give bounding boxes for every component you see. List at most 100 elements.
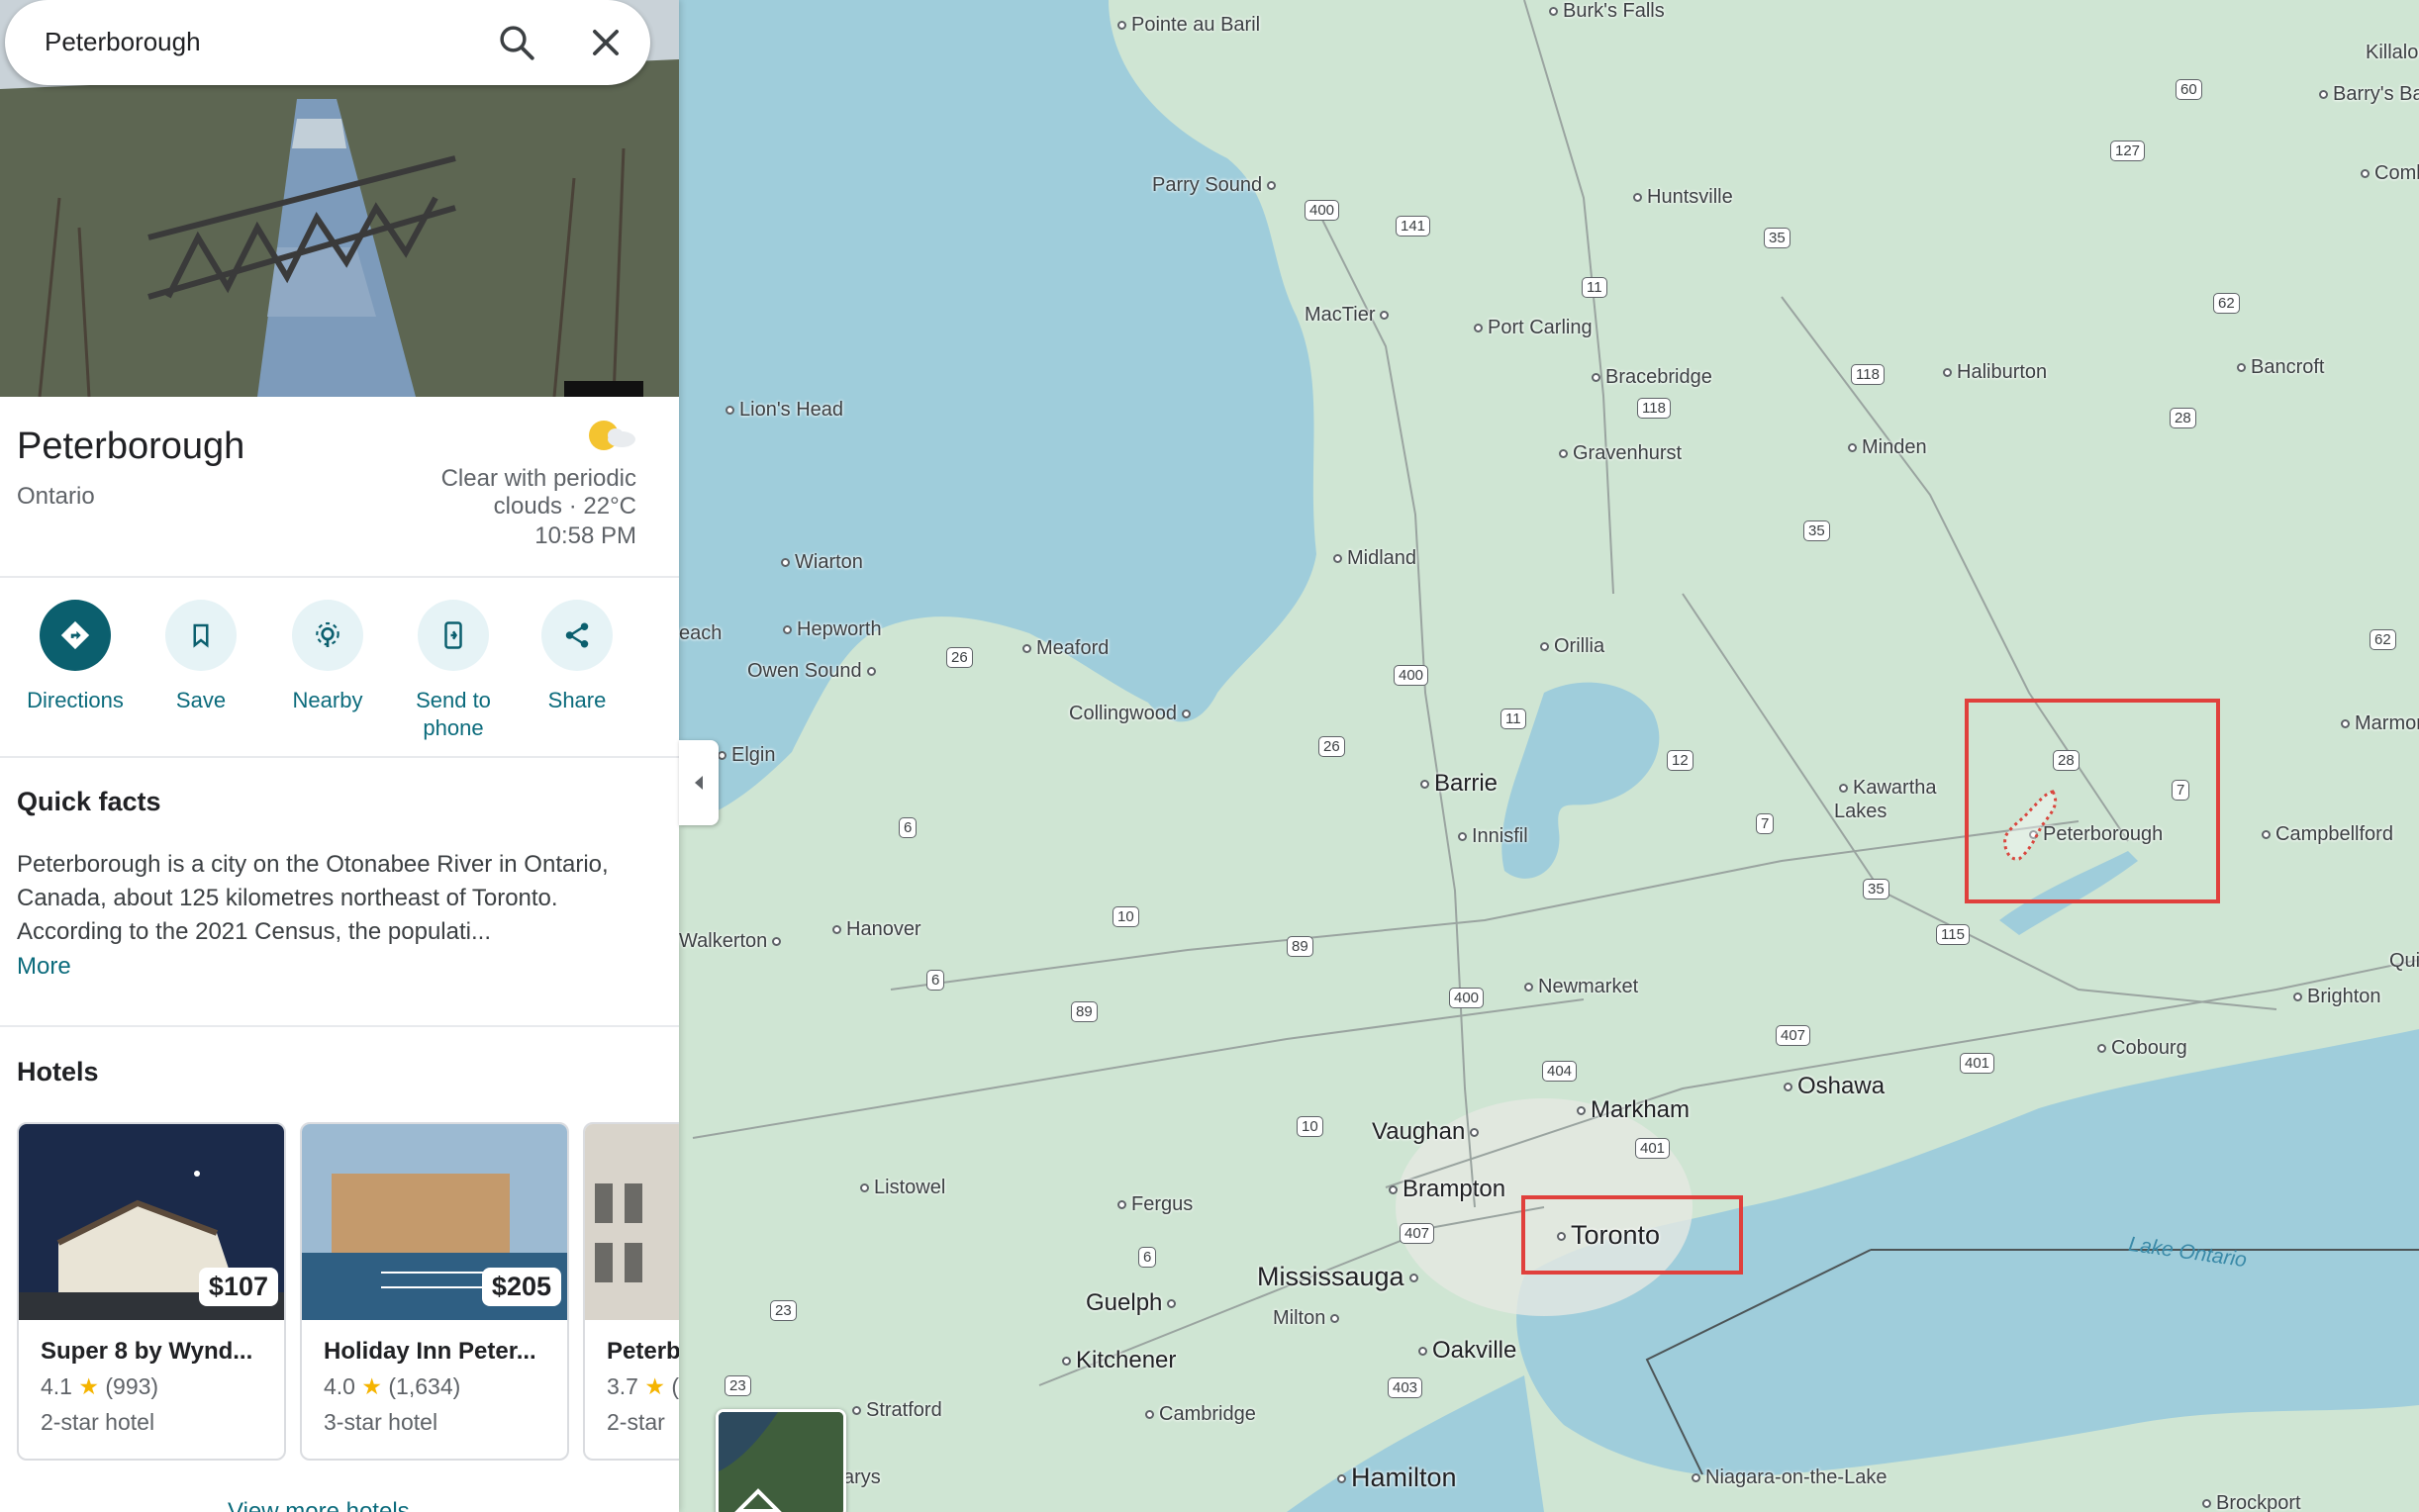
hotel-price: $107 (198, 1268, 278, 1306)
weather-description: Clear with periodic clouds · 22°C (440, 465, 636, 520)
star-icon: ★ (644, 1373, 665, 1399)
place-label[interactable]: MacTier (1305, 304, 1394, 327)
place-label[interactable]: Bracebridge (1587, 366, 1712, 389)
hotel-card[interactable]: $107 Super 8 by Wynd... 4.1 ★ (993) 2-st… (17, 1122, 286, 1461)
route-shield: 118 (1851, 364, 1885, 385)
route-shield: 407 (1776, 1025, 1811, 1046)
place-label[interactable]: Newmarket (1519, 976, 1638, 998)
place-label[interactable]: Minden (1843, 436, 1927, 459)
place-label[interactable]: Port Carling (1469, 317, 1593, 339)
hotel-class: 2-star (607, 1409, 665, 1435)
more-link[interactable]: More (17, 953, 71, 981)
caret-left-icon (695, 776, 703, 790)
action-label: Send to phone (416, 688, 491, 740)
send-to-phone-icon (418, 600, 489, 671)
place-label[interactable]: Oshawa (1779, 1073, 1885, 1100)
share-button[interactable]: Share (513, 600, 641, 714)
search-input[interactable]: Peterborough (45, 27, 201, 57)
hotel-class: 2-star hotel (41, 1409, 155, 1435)
place-label[interactable]: Oakville (1413, 1337, 1516, 1365)
place-label[interactable]: Hepworth (778, 618, 882, 641)
route-shield: 127 (2110, 141, 2146, 161)
hotel-card[interactable]: Peterb 3.7 ★ ( 2-star (583, 1122, 679, 1461)
place-label[interactable]: Vaughan (1372, 1118, 1484, 1146)
place-label[interactable]: Markham (1572, 1096, 1690, 1124)
place-label[interactable]: Kawartha Lakes (1834, 776, 1937, 823)
place-label[interactable]: Kitchener (1057, 1347, 1176, 1374)
place-label[interactable]: Brockport (2197, 1492, 2301, 1512)
place-label[interactable]: Combe (2356, 162, 2419, 185)
route-shield: 6 (926, 970, 945, 991)
place-label[interactable]: Brighton (2288, 986, 2381, 1008)
place-label[interactable]: Lion's Head (721, 399, 843, 422)
place-label[interactable]: Haliburton (1938, 361, 2047, 384)
route-shield: 35 (1863, 879, 1889, 899)
highlight-toronto (1521, 1195, 1743, 1275)
place-label[interactable]: Pointe au Baril (1113, 14, 1260, 37)
place-label[interactable]: Meaford (1017, 637, 1109, 660)
place-label[interactable]: Barry's Ba (2314, 83, 2419, 106)
place-label[interactable]: Listowel (855, 1177, 945, 1199)
route-shield: 401 (1960, 1053, 1995, 1074)
place-label[interactable]: Campbellford (2257, 823, 2393, 846)
place-label[interactable]: Barrie (1415, 770, 1498, 798)
hotel-name: Holiday Inn Peter... (324, 1338, 536, 1365)
place-label[interactable]: Wiarton (776, 551, 863, 574)
route-shield: 407 (1400, 1223, 1435, 1244)
search-icon[interactable] (496, 22, 537, 63)
route-shield: 118 (1637, 398, 1671, 419)
route-shield: 141 (1396, 216, 1431, 236)
place-label[interactable]: Brampton (1384, 1176, 1505, 1203)
place-label[interactable]: Owen Sound (747, 660, 881, 683)
collapse-panel-button[interactable] (679, 740, 719, 825)
place-label[interactable]: Huntsville (1628, 186, 1733, 209)
place-label[interactable]: Fergus (1113, 1193, 1193, 1216)
place-label[interactable]: Guelph (1086, 1289, 1181, 1317)
close-icon[interactable] (587, 24, 625, 61)
search-box[interactable]: Peterborough (5, 0, 650, 85)
share-icon (541, 600, 613, 671)
satellite-thumbnail (719, 1412, 843, 1512)
place-label[interactable]: Quin (2389, 950, 2419, 973)
place-label[interactable]: Hanover (827, 918, 921, 941)
route-shield: 10 (1113, 906, 1139, 927)
nearby-button[interactable]: Nearby (263, 600, 392, 714)
place-label[interactable]: Cobourg (2092, 1037, 2187, 1060)
save-button[interactable]: Save (137, 600, 265, 714)
action-label: Save (175, 688, 227, 712)
route-shield: 400 (1449, 988, 1485, 1008)
hotel-card[interactable]: $205 Holiday Inn Peter... 4.0 ★ (1,634) … (300, 1122, 569, 1461)
divider (0, 756, 679, 758)
place-label[interactable]: Parry Sound (1152, 174, 1281, 197)
route-shield: 62 (2370, 629, 2396, 650)
send-to-phone-button[interactable]: Send to phone (389, 600, 518, 742)
layers-button[interactable] (716, 1409, 846, 1512)
directions-button[interactable]: Directions (11, 600, 140, 714)
place-label[interactable]: Burk's Falls (1544, 0, 1665, 23)
place-label[interactable]: Mississauga (1257, 1262, 1423, 1292)
route-shield: 401 (1635, 1138, 1671, 1159)
place-label[interactable]: each (679, 622, 722, 645)
place-label[interactable]: Hamilton (1332, 1463, 1457, 1493)
place-label[interactable]: arys (843, 1466, 881, 1489)
place-label[interactable]: Cambridge (1140, 1403, 1256, 1426)
place-label[interactable]: Midland (1328, 547, 1416, 570)
place-label[interactable]: Niagara-on-the-Lake (1687, 1466, 1887, 1489)
action-label: Nearby (292, 688, 363, 712)
hotel-rating: 3.7 ★ ( (607, 1373, 679, 1399)
route-shield: 6 (1138, 1247, 1157, 1268)
route-shield: 35 (1764, 228, 1790, 248)
place-label[interactable]: Gravenhurst (1554, 442, 1682, 465)
place-label[interactable]: Stratford (847, 1399, 942, 1422)
place-label[interactable]: Milton (1273, 1307, 1344, 1330)
place-label[interactable]: Collingwood (1069, 703, 1196, 725)
place-label[interactable]: Killaloe (2366, 42, 2419, 64)
place-label[interactable]: Innisfil (1453, 825, 1528, 848)
place-label[interactable]: Orillia (1535, 635, 1604, 658)
place-label[interactable]: Walkerton (679, 930, 786, 953)
route-shield: 23 (770, 1300, 797, 1321)
place-label[interactable]: Elgin (713, 744, 775, 767)
place-label[interactable]: Bancroft (2232, 356, 2324, 379)
place-label[interactable]: Marmora (2336, 712, 2419, 735)
view-more-hotels-link[interactable]: View more hotels (228, 1498, 410, 1512)
